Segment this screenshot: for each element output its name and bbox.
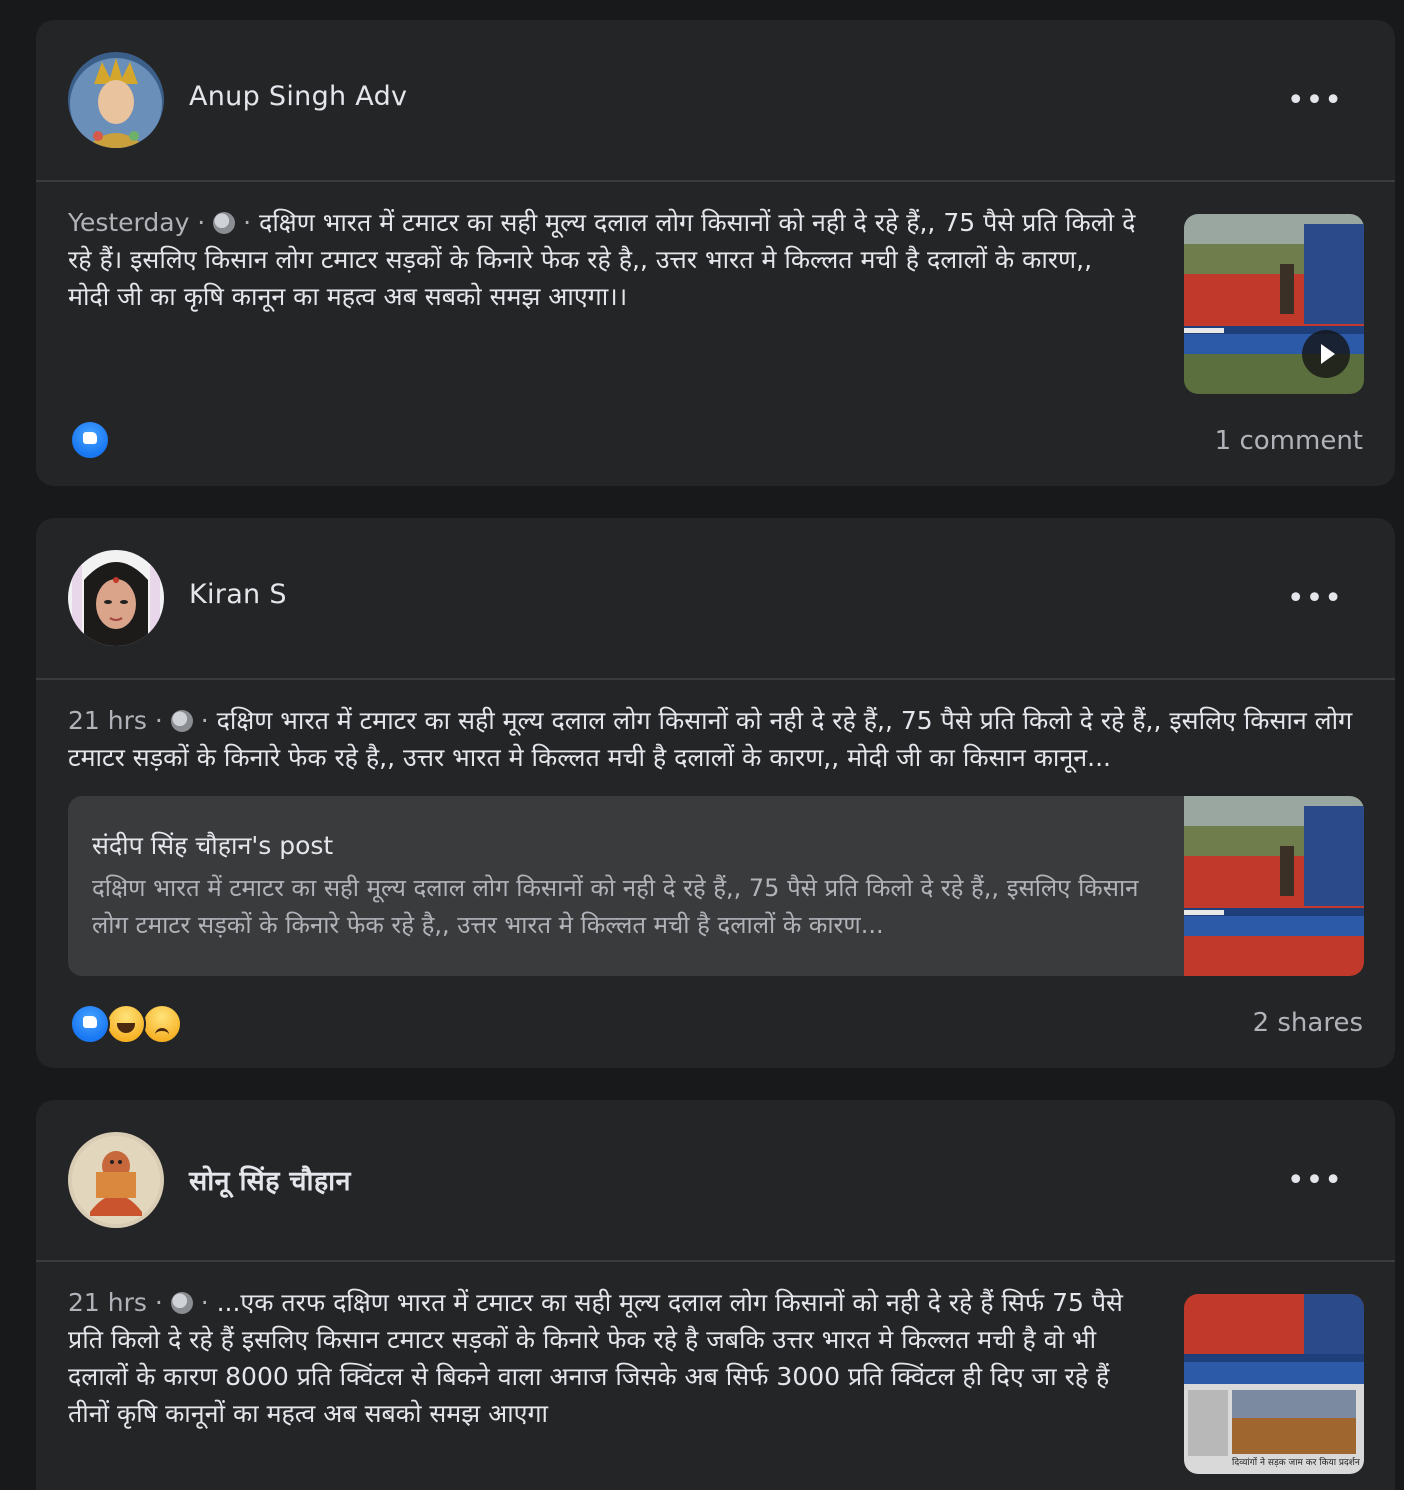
globe-icon bbox=[170, 1292, 193, 1314]
post-timestamp[interactable]: 21 hrs · bbox=[68, 706, 171, 735]
post-header: सोनू सिंह चौहान ••• bbox=[36, 1100, 1395, 1262]
sad-reaction-icon[interactable] bbox=[142, 1004, 182, 1044]
haha-reaction-icon[interactable] bbox=[106, 1004, 146, 1044]
shared-post-preview[interactable]: संदीप सिंह चौहान's post दक्षिण भारत में … bbox=[68, 796, 1364, 976]
post-card: सोनू सिंह चौहान ••• 21 hrs · · ...एक तरफ… bbox=[36, 1100, 1395, 1490]
avatar[interactable] bbox=[68, 550, 164, 646]
post-card: Anup Singh Adv ••• Yesterday · · दक्षिण … bbox=[36, 20, 1395, 486]
like-reaction-icon[interactable] bbox=[70, 420, 110, 460]
post-text: 21 hrs · · दक्षिण भारत में टमाटर का सही … bbox=[68, 706, 1353, 772]
shared-post-text: दक्षिण भारत में टमाटर का सही मूल्य दलाल … bbox=[92, 874, 1139, 939]
post-author[interactable]: Anup Singh Adv bbox=[189, 81, 407, 112]
image-thumbnail[interactable]: दिव्यांगों ने सड़क जाम कर किया प्रदर्शन bbox=[1184, 1294, 1364, 1474]
post-body: ...एक तरफ दक्षिण भारत में टमाटर का सही म… bbox=[68, 1288, 1123, 1428]
comment-count[interactable]: 1 comment bbox=[1215, 426, 1363, 456]
more-options-icon[interactable]: ••• bbox=[1287, 86, 1343, 116]
post-header: Kiran S ••• bbox=[36, 518, 1395, 680]
post-timestamp[interactable]: Yesterday · bbox=[68, 208, 213, 237]
shared-post-title[interactable]: संदीप सिंह चौहान's post bbox=[92, 828, 333, 862]
video-thumbnail[interactable] bbox=[1184, 214, 1364, 394]
post-author[interactable]: सोनू सिंह चौहान bbox=[189, 1161, 351, 1198]
post-timestamp[interactable]: 21 hrs · bbox=[68, 1288, 171, 1317]
more-options-icon[interactable]: ••• bbox=[1287, 584, 1343, 614]
post-card: Kiran S ••• 21 hrs · · दक्षिण भारत में ट… bbox=[36, 518, 1395, 1068]
like-reaction-icon[interactable] bbox=[70, 1004, 110, 1044]
share-count[interactable]: 2 shares bbox=[1253, 1008, 1363, 1038]
shared-post-thumbnail[interactable] bbox=[1184, 796, 1364, 976]
globe-icon bbox=[213, 212, 236, 234]
post-header: Anup Singh Adv ••• bbox=[36, 20, 1395, 182]
post-text: Yesterday · · दक्षिण भारत में टमाटर का स… bbox=[68, 208, 1136, 311]
avatar[interactable] bbox=[68, 1132, 164, 1228]
post-author[interactable]: Kiran S bbox=[189, 579, 287, 610]
post-text: 21 hrs · · ...एक तरफ दक्षिण भारत में टमा… bbox=[68, 1288, 1123, 1428]
more-options-icon[interactable]: ••• bbox=[1287, 1166, 1343, 1196]
play-icon[interactable] bbox=[1302, 330, 1350, 378]
globe-icon bbox=[170, 710, 193, 732]
news-feed: Anup Singh Adv ••• Yesterday · · दक्षिण … bbox=[0, 0, 1404, 1490]
post-body: दक्षिण भारत में टमाटर का सही मूल्य दलाल … bbox=[68, 706, 1353, 772]
avatar[interactable] bbox=[68, 52, 164, 148]
thumbnail-caption: दिव्यांगों ने सड़क जाम कर किया प्रदर्शन bbox=[1232, 1458, 1360, 1468]
